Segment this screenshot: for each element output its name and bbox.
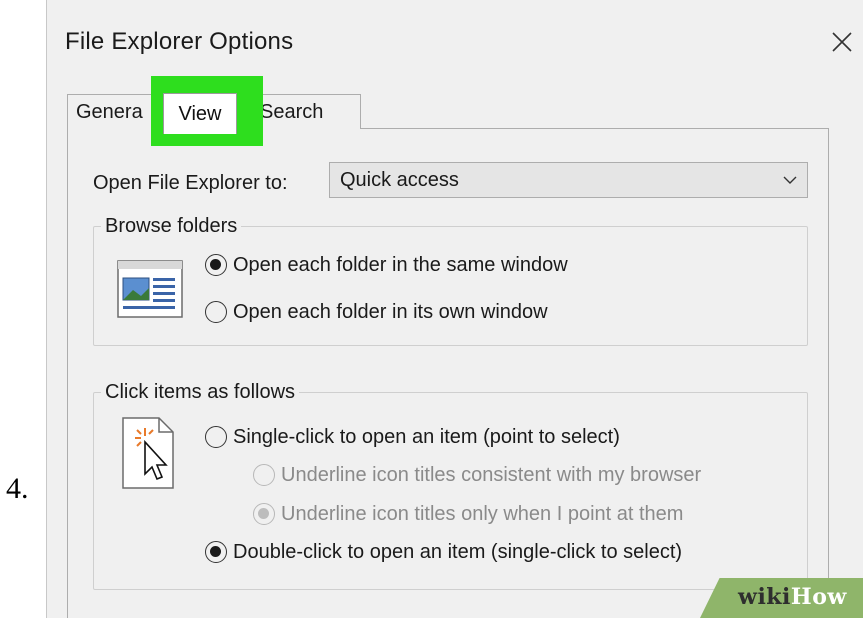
tab-search-label: Search [260, 101, 324, 123]
radio-double-click[interactable] [205, 541, 227, 563]
dialog-title: File Explorer Options [65, 28, 294, 55]
wikihow-logo-wiki: wiki [738, 584, 791, 610]
folder-window-icon [117, 260, 183, 323]
step-number: 4. [6, 472, 29, 505]
click-cursor-icon [121, 416, 177, 495]
open-explorer-value: Quick access [340, 169, 459, 191]
option-own-window[interactable]: Open each folder in its own window [233, 301, 548, 324]
radio-underline-browser[interactable] [253, 464, 275, 486]
close-icon [832, 32, 852, 52]
option-same-window[interactable]: Open each folder in the same window [233, 254, 568, 277]
option-double-click[interactable]: Double-click to open an item (single-cli… [233, 541, 682, 564]
click-items-legend: Click items as follows [101, 381, 300, 404]
option-underline-point[interactable]: Underline icon titles only when I point … [281, 503, 683, 526]
file-explorer-options-dialog: File Explorer Options Genera Search View… [46, 0, 863, 618]
wikihow-logo-how: How [790, 584, 847, 610]
option-underline-browser[interactable]: Underline icon titles consistent with my… [281, 464, 701, 487]
wikihow-logo: wikiHow [738, 584, 847, 610]
open-explorer-label: Open File Explorer to: [93, 172, 288, 194]
close-button[interactable] [820, 14, 863, 70]
radio-underline-point[interactable] [253, 503, 275, 525]
chevron-down-icon [783, 176, 797, 184]
radio-own-window[interactable] [205, 301, 227, 323]
radio-same-window[interactable] [205, 254, 227, 276]
browse-folders-group [93, 226, 808, 346]
option-single-click[interactable]: Single-click to open an item (point to s… [233, 426, 620, 449]
radio-single-click[interactable] [205, 426, 227, 448]
open-explorer-dropdown[interactable]: Quick access [329, 162, 808, 198]
browse-folders-legend: Browse folders [101, 215, 242, 238]
tab-view[interactable]: View [163, 93, 237, 134]
